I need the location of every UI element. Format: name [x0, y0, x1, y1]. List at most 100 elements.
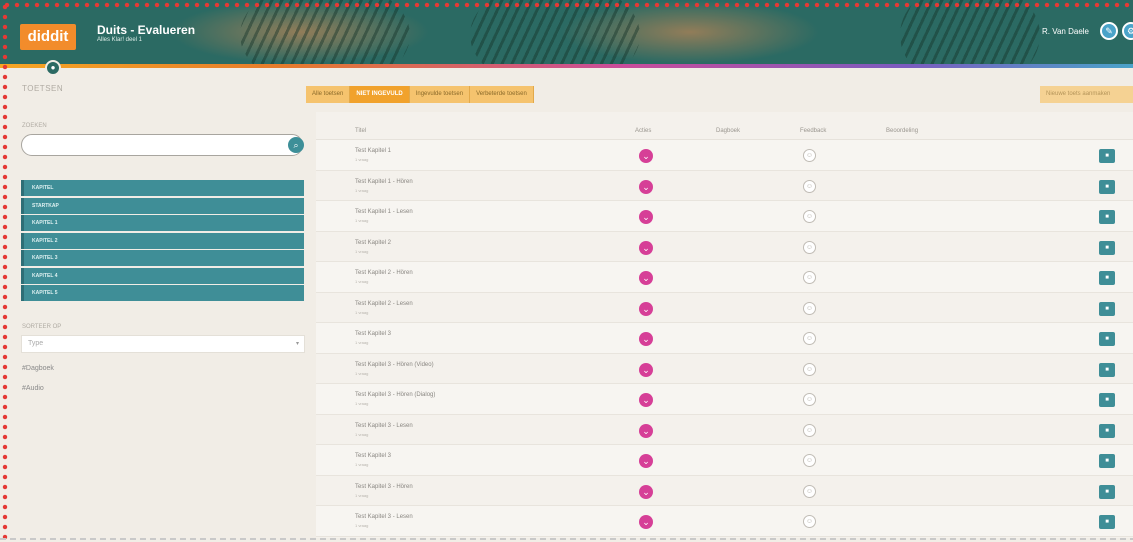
- chevron-down-icon[interactable]: ⌄: [639, 149, 653, 163]
- chevron-down-icon[interactable]: ⌄: [639, 454, 653, 468]
- smiley-icon: ☺: [803, 393, 816, 406]
- page-subtitle: Alles Klar! deel 1: [97, 37, 143, 43]
- smiley-icon: ☺: [803, 301, 816, 315]
- chevron-down-icon[interactable]: ⌄: [639, 362, 653, 377]
- square-icon[interactable]: ■: [1099, 179, 1115, 194]
- square-icon[interactable]: ■: [1099, 240, 1115, 255]
- settings-icon[interactable]: ⚙: [1122, 22, 1133, 40]
- chevron-down-icon[interactable]: ⌄: [639, 210, 653, 224]
- smiley-icon: ☺: [803, 210, 816, 223]
- square-icon[interactable]: ■: [1099, 393, 1115, 407]
- chapter-item[interactable]: KAPITEL 3: [21, 250, 304, 266]
- test-title[interactable]: Test Kapitel 2 - Lesen: [355, 301, 413, 307]
- chapter-item[interactable]: KAPITEL 4: [21, 267, 304, 284]
- table-row[interactable]: Test Kapitel 3 - Hören (Dialog) 1 vraag ⌄ ☺…: [316, 384, 1133, 415]
- square-icon[interactable]: ■: [1099, 423, 1115, 438]
- table-row[interactable]: Test Kapitel 3 - Lesen 1 vraag ⌄ ☺ ■: [316, 415, 1133, 445]
- test-title[interactable]: Test Kapitel 3 - Lesen: [355, 423, 413, 429]
- new-test-button[interactable]: Nieuwe toets aanmaken: [1040, 86, 1133, 103]
- table-row[interactable]: Test Kapitel 3 1 vraag ⌄ ☺ ■: [316, 323, 1133, 354]
- test-question-count: 1 vraag: [355, 340, 369, 345]
- tab-all[interactable]: Alle toetsen: [306, 86, 351, 103]
- sort-label: SORTEER OP: [22, 324, 62, 330]
- square-icon[interactable]: ■: [1099, 210, 1115, 224]
- test-title[interactable]: Test Kapitel 3 - Hören (Video): [355, 362, 434, 368]
- test-title[interactable]: Test Kapitel 3 - Hören: [355, 484, 413, 490]
- smiley-icon: ☺: [803, 149, 816, 162]
- chapter-item[interactable]: KAPITEL 5: [21, 285, 304, 301]
- column-header[interactable]: Titel: [355, 128, 366, 134]
- table-row[interactable]: Test Kapitel 2 - Lesen 1 vraag ⌄ ☺ ■: [316, 293, 1133, 323]
- smiley-icon: ☺: [803, 332, 816, 345]
- edit-icon[interactable]: ✎: [1100, 22, 1118, 40]
- test-title[interactable]: Test Kapitel 2: [355, 240, 391, 246]
- square-icon[interactable]: ■: [1099, 454, 1115, 468]
- test-title[interactable]: Test Kapitel 1: [355, 148, 391, 154]
- chevron-down-icon[interactable]: ⌄: [639, 332, 653, 346]
- test-question-count: 1 vraag: [355, 401, 369, 406]
- test-title[interactable]: Test Kapitel 3 - Hören (Dialog): [355, 392, 435, 398]
- tab-filled[interactable]: Ingevulde toetsen: [409, 86, 471, 103]
- chapter-item[interactable]: KAPITEL: [21, 180, 304, 196]
- square-icon[interactable]: ■: [1099, 271, 1115, 285]
- table-row[interactable]: Test Kapitel 1 - Hören 1 vraag ⌄ ☺ ■: [316, 171, 1133, 201]
- filter-tag[interactable]: #Audio: [22, 385, 44, 392]
- filter-tag[interactable]: #Dagboek: [22, 365, 54, 372]
- search-input[interactable]: [21, 134, 303, 156]
- test-question-count: 1 vraag: [355, 218, 369, 223]
- chevron-down-icon[interactable]: ⌄: [639, 484, 653, 499]
- chevron-down-icon[interactable]: ⌄: [639, 515, 653, 529]
- square-icon[interactable]: ■: [1099, 301, 1115, 316]
- sort-select[interactable]: Type ▾: [21, 335, 305, 353]
- sort-value: Type: [28, 340, 44, 347]
- chevron-down-icon[interactable]: ⌄: [639, 240, 653, 255]
- table-row[interactable]: Test Kapitel 1 1 vraag ⌄ ☺ ■: [316, 140, 1133, 171]
- smiley-icon: ☺: [803, 362, 816, 376]
- chapter-item[interactable]: STARTKAP: [21, 197, 304, 214]
- test-title[interactable]: Test Kapitel 3: [355, 453, 391, 459]
- table-row[interactable]: Test Kapitel 3 - Hören 1 vraag ⌄ ☺ ■: [316, 476, 1133, 506]
- column-header: Feedback: [800, 128, 827, 134]
- square-icon[interactable]: ■: [1099, 149, 1115, 163]
- chevron-down-icon: ▾: [295, 341, 299, 347]
- tab-not-filled[interactable]: NIET INGEVULD: [350, 86, 410, 103]
- test-title[interactable]: Test Kapitel 3: [355, 331, 391, 337]
- chevron-down-icon[interactable]: ⌄: [639, 179, 653, 194]
- chapter-item[interactable]: KAPITEL 1: [21, 215, 304, 231]
- test-question-count: 1 vraag: [355, 370, 369, 376]
- table-row[interactable]: Test Kapitel 3 - Hören (Video) 1 vraag ⌄ ☺ ■: [316, 354, 1133, 384]
- chevron-down-icon[interactable]: ⌄: [639, 271, 653, 285]
- dotted-border-left: [0, 0, 10, 542]
- smiley-icon: ☺: [803, 423, 816, 437]
- tab-corrected[interactable]: Verbeterde toetsen: [470, 86, 534, 103]
- search-icon[interactable]: ⌕: [288, 137, 304, 153]
- test-question-count: 1 vraag: [355, 279, 369, 284]
- table-row[interactable]: Test Kapitel 2 1 vraag ⌄ ☺ ■: [316, 232, 1133, 262]
- user-name[interactable]: R. Van Daele: [1042, 27, 1089, 36]
- chevron-down-icon[interactable]: ⌄: [639, 393, 653, 407]
- chapter-item[interactable]: KAPITEL 2: [21, 232, 304, 249]
- chevron-down-icon[interactable]: ⌄: [639, 301, 653, 316]
- test-title[interactable]: Test Kapitel 1 - Hören: [355, 179, 413, 185]
- test-question-count: 1 vraag: [355, 523, 369, 528]
- diddit-logo[interactable]: diddit: [20, 24, 76, 50]
- square-icon[interactable]: ■: [1099, 362, 1115, 377]
- table-row[interactable]: Test Kapitel 2 - Hören 1 vraag ⌄ ☺ ■: [316, 262, 1133, 293]
- test-question-count: 1 vraag: [355, 462, 369, 467]
- test-title[interactable]: Test Kapitel 1 - Lesen: [355, 209, 413, 215]
- column-header: Dagboek: [716, 128, 741, 134]
- table-row[interactable]: Test Kapitel 1 - Lesen 1 vraag ⌄ ☺ ■: [316, 201, 1133, 232]
- test-question-count: 1 vraag: [355, 157, 369, 162]
- test-title[interactable]: Test Kapitel 3 - Lesen: [355, 514, 413, 520]
- square-icon[interactable]: ■: [1099, 332, 1115, 346]
- dashed-border-bottom: [0, 538, 1133, 540]
- chevron-down-icon[interactable]: ⌄: [639, 423, 653, 438]
- square-icon[interactable]: ■: [1099, 484, 1115, 499]
- table-row[interactable]: Test Kapitel 3 1 vraag ⌄ ☺ ■: [316, 445, 1133, 476]
- test-title[interactable]: Test Kapitel 2 - Hören: [355, 270, 413, 276]
- table-row[interactable]: Test Kapitel 3 - Lesen 1 vraag ⌄ ☺ ■: [316, 506, 1133, 537]
- square-icon[interactable]: ■: [1099, 515, 1115, 529]
- tab-bar: Alle toetsen NIET INGEVULD Ingevulde toe…: [306, 86, 534, 103]
- test-question-count: 1 vraag: [355, 309, 369, 315]
- test-question-count: 1 vraag: [355, 492, 369, 498]
